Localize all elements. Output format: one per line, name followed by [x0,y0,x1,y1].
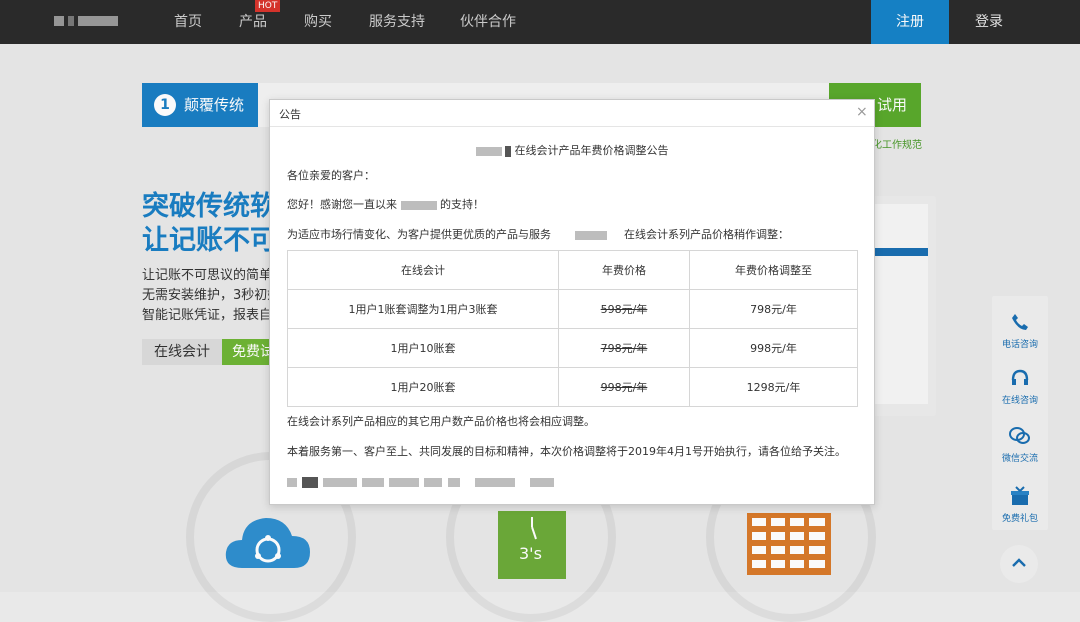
redacted-signature [287,472,554,491]
old-price: 798元/年 [558,328,690,368]
thanks-suffix: 的支持！ [440,198,484,211]
column-header: 年费价格调整至 [689,250,858,290]
old-price: 998元/年 [558,367,690,407]
thanks-line: 您好！感谢您一直以来 的支持！ [287,196,484,212]
column-header: 在线会计 [287,250,559,290]
announcement-dialog: 公告 × 在线会计产品年费价格调整公告 各位亲爱的客户： 您好！感谢您一直以来 … [269,99,875,505]
intro-prefix: 为适应市场行情变化、为客户提供更优质的产品与服务 [287,228,551,241]
dialog-title: 公告 [279,108,301,121]
table-row: 1用户20账套 998元/年 1298元/年 [287,367,858,407]
table-row: 1用户10账套 798元/年 998元/年 [287,328,858,368]
announcement-title-text: 在线会计产品年费价格调整公告 [514,144,669,157]
dialog-header: 公告 × [270,100,874,127]
new-price: 1298元/年 [689,367,858,407]
redacted-brand [400,200,437,210]
closing-line: 本着服务第一、客户至上、共同发展的目标和精神，本次价格调整将于2019年4月1号… [287,445,846,458]
intro-line: 为适应市场行情变化、为客户提供更优质的产品与服务 在线会计系列产品价格稍作调整： [287,226,789,242]
redacted-brand [574,230,607,240]
note-line: 在线会计系列产品相应的其它用户数产品价格也将会相应调整。 [287,415,595,428]
announcement-title: 在线会计产品年费价格调整公告 [270,142,874,158]
column-header: 年费价格 [558,250,690,290]
greeting: 各位亲爱的客户： [287,169,375,182]
price-table: 在线会计 年费价格 年费价格调整至 1用户1账套调整为1用户3账套 598元/年… [287,250,858,407]
product-name: 1用户1账套调整为1用户3账套 [287,289,559,329]
product-name: 1用户10账套 [287,328,559,368]
product-name: 1用户20账套 [287,367,559,407]
close-icon[interactable]: × [856,104,868,120]
intro-suffix: 在线会计系列产品价格稍作调整： [624,228,789,241]
redacted-brand [475,146,502,156]
redacted-mark [505,145,511,157]
new-price: 798元/年 [689,289,858,329]
table-row: 1用户1账套调整为1用户3账套 598元/年 798元/年 [287,289,858,329]
old-price: 598元/年 [558,289,690,329]
new-price: 998元/年 [689,328,858,368]
thanks-prefix: 您好！感谢您一直以来 [287,198,397,211]
table-header-row: 在线会计 年费价格 年费价格调整至 [287,250,858,290]
